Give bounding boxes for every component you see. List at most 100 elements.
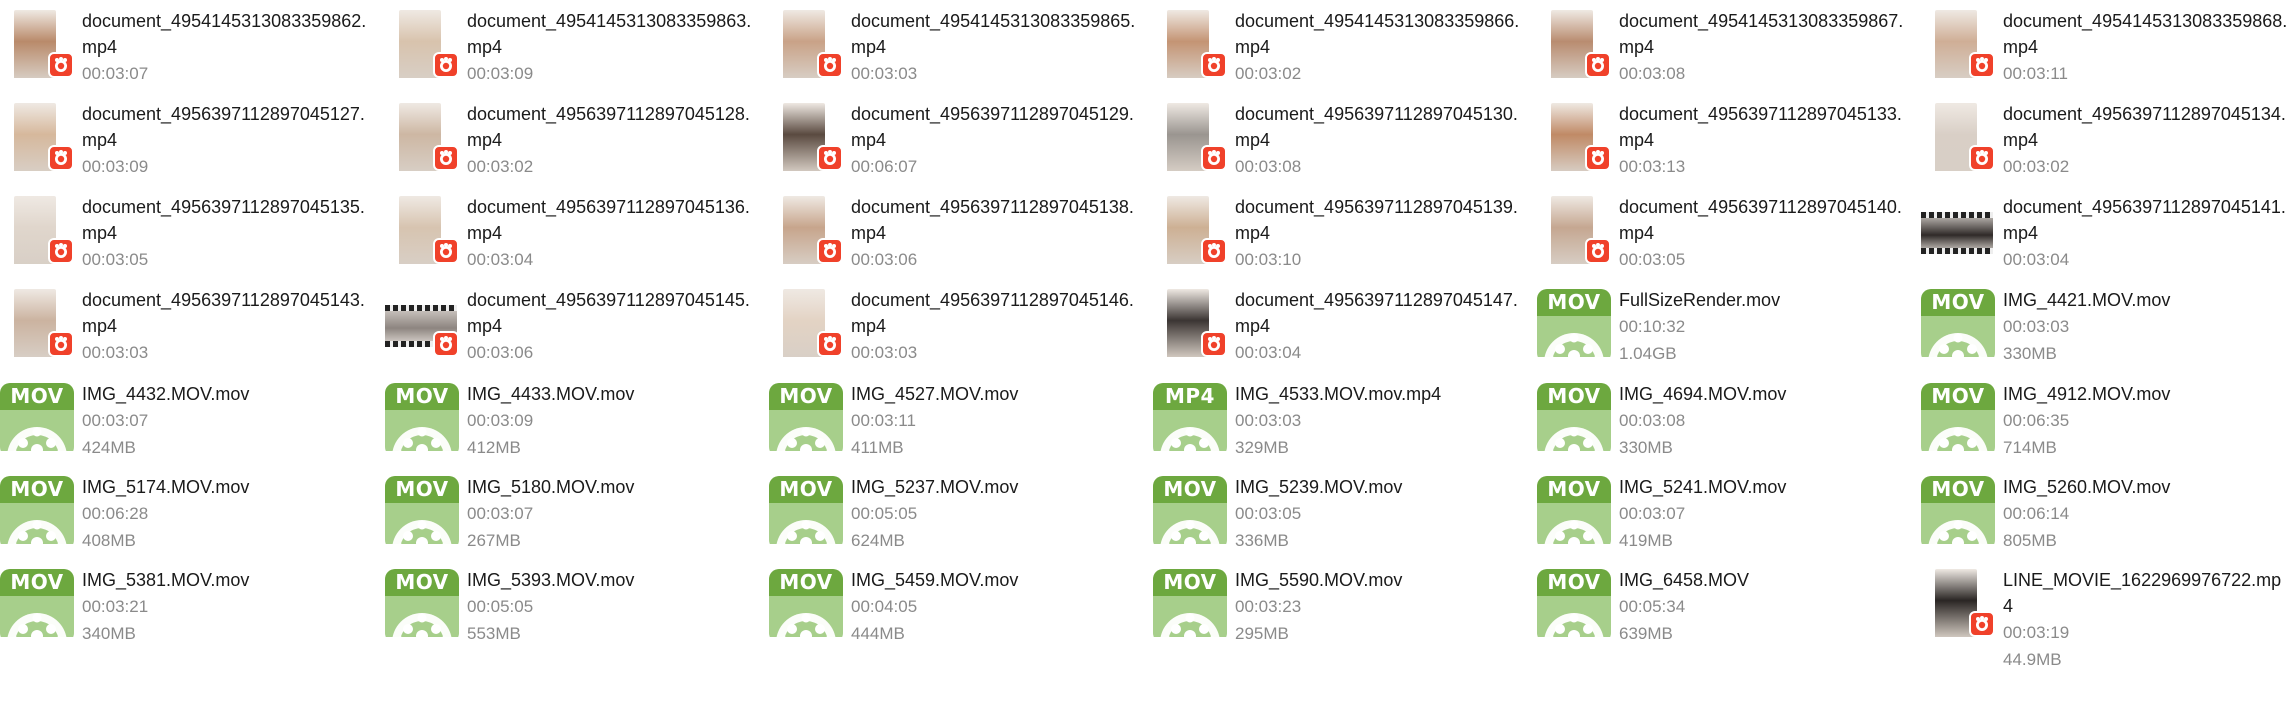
file-item[interactable]: MOV IMG_4912.MOV.mov 00:06:35 714MB [1921, 381, 2291, 469]
file-item[interactable]: document_4954145313083359862.mp4 00:03:07 [0, 8, 370, 96]
file-details: document_4954145313083359865.mp4 00:03:03 [851, 8, 1139, 87]
file-item[interactable]: MOV FullSizeRender.mov 00:10:32 1.04GB [1537, 287, 1907, 375]
file-item[interactable]: document_4956397112897045128.mp4 00:03:02 [385, 101, 755, 189]
file-item[interactable]: document_4956397112897045146.mp4 00:03:03 [769, 287, 1139, 375]
file-duration: 00:05:34 [1619, 597, 1686, 616]
file-thumbnail: MOV [385, 569, 459, 637]
file-item[interactable]: document_4954145313083359868.mp4 00:03:11 [1921, 8, 2291, 96]
file-name: document_4956397112897045136.mp4 [467, 197, 750, 243]
file-item[interactable]: MOV IMG_5393.MOV.mov 00:05:05 553MB [385, 567, 755, 655]
file-item[interactable]: MOV IMG_4527.MOV.mov 00:03:11 411MB [769, 381, 1139, 469]
file-type-label: MOV [1153, 569, 1227, 596]
file-name: document_4954145313083359867.mp4 [1619, 11, 1904, 57]
file-item[interactable]: MOV IMG_5381.MOV.mov 00:03:21 340MB [0, 567, 370, 655]
file-item[interactable]: MOV IMG_5260.MOV.mov 00:06:14 805MB [1921, 474, 2291, 562]
file-thumbnail [1153, 289, 1227, 357]
file-details: document_4956397112897045140.mp4 00:03:05 [1619, 194, 1907, 273]
file-item[interactable]: document_4954145313083359863.mp4 00:03:09 [385, 8, 755, 96]
file-name: document_4956397112897045138.mp4 [851, 197, 1134, 243]
file-size: 329MB [1235, 438, 1289, 457]
video-file-icon: MOV [385, 476, 459, 544]
file-item[interactable]: document_4956397112897045136.mp4 00:03:04 [385, 194, 755, 282]
video-player-badge-icon [817, 238, 843, 264]
file-item[interactable]: MOV IMG_5239.MOV.mov 00:03:05 336MB [1153, 474, 1523, 562]
video-player-badge-icon [48, 145, 74, 171]
file-details: document_4954145313083359863.mp4 00:03:09 [467, 8, 755, 87]
file-item[interactable]: document_4956397112897045143.mp4 00:03:03 [0, 287, 370, 375]
file-size: 624MB [851, 531, 905, 550]
file-details: document_4954145313083359862.mp4 00:03:07 [82, 8, 370, 87]
file-item[interactable]: document_4956397112897045134.mp4 00:03:02 [1921, 101, 2291, 189]
file-details: document_4956397112897045145.mp4 00:03:06 [467, 287, 755, 366]
file-item[interactable]: MOV IMG_5180.MOV.mov 00:03:07 267MB [385, 474, 755, 562]
file-size: 340MB [82, 624, 136, 643]
file-details: IMG_5237.MOV.mov 00:05:05 624MB [851, 474, 1139, 554]
file-name: IMG_4694.MOV.mov [1619, 384, 1787, 404]
file-item[interactable]: MOV IMG_4421.MOV.mov 00:03:03 330MB [1921, 287, 2291, 375]
file-item[interactable]: MOV IMG_4432.MOV.mov 00:03:07 424MB [0, 381, 370, 469]
file-item[interactable]: MOV IMG_5459.MOV.mov 00:04:05 444MB [769, 567, 1139, 655]
file-item[interactable]: document_4956397112897045133.mp4 00:03:13 [1537, 101, 1907, 189]
file-item[interactable]: MOV IMG_4694.MOV.mov 00:03:08 330MB [1537, 381, 1907, 469]
file-item[interactable]: MOV IMG_5590.MOV.mov 00:03:23 295MB [1153, 567, 1523, 655]
file-size: 553MB [467, 624, 521, 643]
file-name: document_4954145313083359865.mp4 [851, 11, 1136, 57]
file-thumbnail: MOV [1921, 383, 1995, 451]
file-item[interactable]: document_4956397112897045138.mp4 00:03:06 [769, 194, 1139, 282]
file-item[interactable]: document_4956397112897045130.mp4 00:03:08 [1153, 101, 1523, 189]
file-duration: 00:06:35 [2003, 411, 2070, 430]
file-details: IMG_4912.MOV.mov 00:06:35 714MB [2003, 381, 2291, 461]
file-item[interactable]: document_4956397112897045147.mp4 00:03:04 [1153, 287, 1523, 375]
file-duration: 00:03:13 [1619, 157, 1686, 176]
file-item[interactable]: document_4954145313083359866.mp4 00:03:02 [1153, 8, 1523, 96]
file-details: FullSizeRender.mov 00:10:32 1.04GB [1619, 287, 1907, 367]
file-size: 330MB [2003, 344, 2057, 363]
file-item[interactable]: document_4954145313083359867.mp4 00:03:08 [1537, 8, 1907, 96]
video-player-badge-icon [1201, 145, 1227, 171]
file-item[interactable]: document_4956397112897045135.mp4 00:03:05 [0, 194, 370, 282]
file-item[interactable]: MOV IMG_5174.MOV.mov 00:06:28 408MB [0, 474, 370, 562]
file-name: IMG_4527.MOV.mov [851, 384, 1019, 404]
file-size: 444MB [851, 624, 905, 643]
file-item[interactable]: document_4956397112897045140.mp4 00:03:05 [1537, 194, 1907, 282]
file-duration: 00:03:06 [467, 343, 534, 362]
file-size: 412MB [467, 438, 521, 457]
video-file-icon: MOV [1921, 476, 1995, 544]
file-item[interactable]: MOV IMG_5237.MOV.mov 00:05:05 624MB [769, 474, 1139, 562]
file-thumbnail [769, 289, 843, 357]
video-player-badge-icon [1201, 331, 1227, 357]
file-details: IMG_5180.MOV.mov 00:03:07 267MB [467, 474, 755, 554]
file-thumbnail [1153, 103, 1227, 171]
video-player-badge-icon [433, 52, 459, 78]
file-details: IMG_4694.MOV.mov 00:03:08 330MB [1619, 381, 1907, 461]
file-item[interactable]: MOV IMG_4433.MOV.mov 00:03:09 412MB [385, 381, 755, 469]
video-player-badge-icon [1201, 238, 1227, 264]
file-size: 330MB [1619, 438, 1673, 457]
file-item[interactable]: document_4956397112897045145.mp4 00:03:06 [385, 287, 755, 375]
file-type-label: MOV [0, 476, 74, 503]
video-file-icon: MOV [0, 476, 74, 544]
file-details: IMG_4533.MOV.mov.mp4 00:03:03 329MB [1235, 381, 1523, 461]
file-item[interactable]: document_4954145313083359865.mp4 00:03:03 [769, 8, 1139, 96]
file-thumbnail [1153, 196, 1227, 264]
file-thumbnail [1921, 196, 1995, 264]
file-duration: 00:03:11 [851, 411, 916, 430]
file-item[interactable]: MOV IMG_6458.MOV 00:05:34 639MB [1537, 567, 1907, 655]
file-size: 411MB [851, 438, 904, 457]
file-item[interactable]: MOV IMG_5241.MOV.mov 00:03:07 419MB [1537, 474, 1907, 562]
file-size: 295MB [1235, 624, 1289, 643]
file-item[interactable]: document_4956397112897045127.mp4 00:03:09 [0, 101, 370, 189]
file-size: 408MB [82, 531, 136, 550]
file-name: document_4956397112897045143.mp4 [82, 290, 365, 336]
file-details: IMG_5174.MOV.mov 00:06:28 408MB [82, 474, 370, 554]
file-duration: 00:03:07 [82, 411, 149, 430]
file-thumbnail [0, 289, 74, 357]
file-item[interactable]: LINE_MOVIE_1622969976722.mp4 00:03:19 44.9… [1921, 567, 2291, 669]
video-preview-image [1921, 212, 1993, 254]
file-type-label: MOV [1537, 289, 1611, 316]
file-item[interactable]: document_4956397112897045129.mp4 00:06:07 [769, 101, 1139, 189]
file-item[interactable]: document_4956397112897045141.mp4 00:03:04 [1921, 194, 2291, 282]
file-item[interactable]: document_4956397112897045139.mp4 00:03:10 [1153, 194, 1523, 282]
file-item[interactable]: MP4 IMG_4533.MOV.mov.mp4 00:03:03 329MB [1153, 381, 1523, 469]
file-duration: 00:03:09 [467, 64, 534, 83]
